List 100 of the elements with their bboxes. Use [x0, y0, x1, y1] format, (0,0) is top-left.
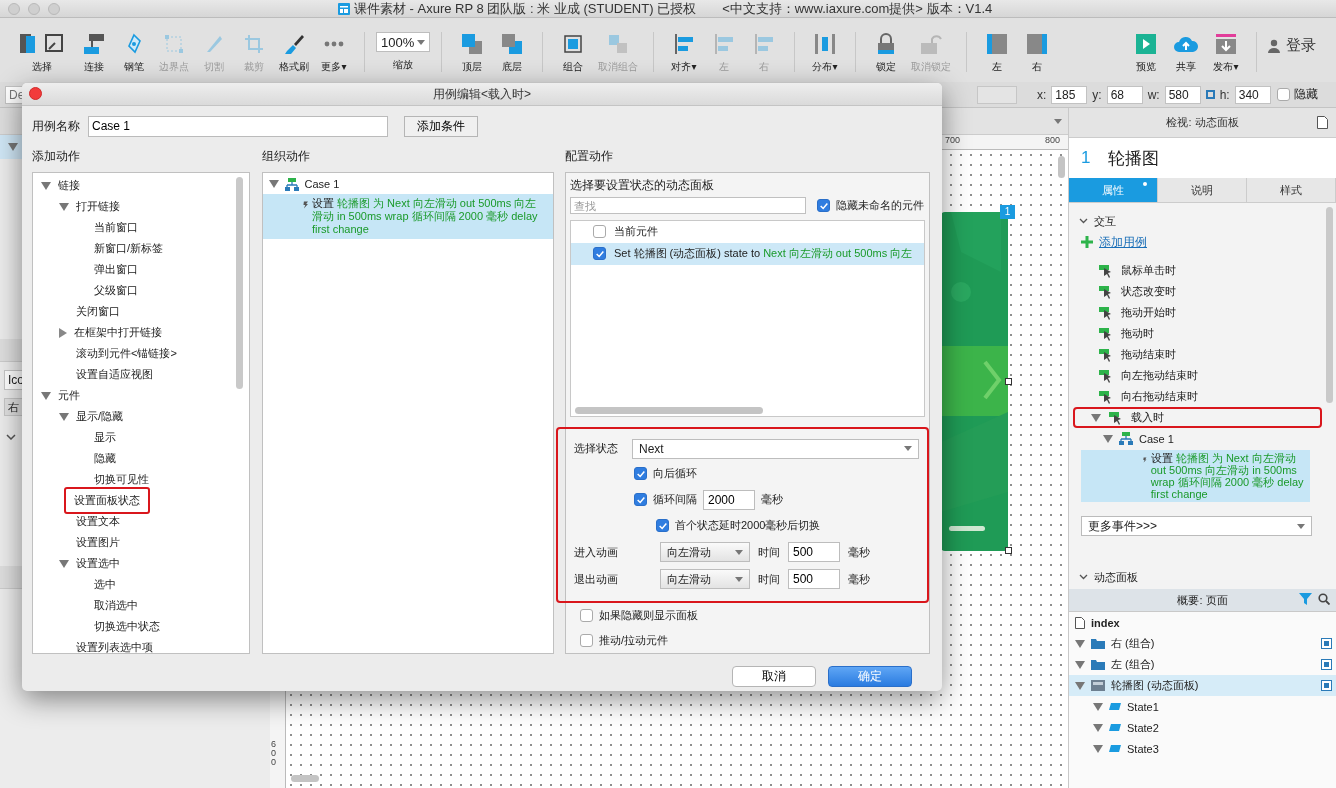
action-item[interactable]: 父级窗口 [92, 282, 140, 299]
outline-row[interactable]: State3 [1069, 738, 1336, 759]
down-triangle-icon[interactable] [268, 180, 279, 188]
action-item[interactable]: 设置面板状态 [64, 487, 150, 514]
search-icon[interactable] [1318, 593, 1330, 605]
action-item[interactable]: 显示/隐藏 [74, 408, 126, 425]
toolbar-button[interactable]: 顶层 [452, 32, 492, 74]
scrollbar[interactable] [291, 775, 319, 782]
event-row[interactable]: 拖动时 [1069, 323, 1336, 344]
down-triangle-icon[interactable] [1093, 702, 1103, 711]
time-field[interactable]: 500 [788, 542, 840, 563]
toolbar-button[interactable]: 连接 [74, 32, 114, 74]
toolbar-button[interactable]: 锁定 [866, 32, 906, 74]
action-block[interactable]: 设置 轮播图 为 Next 向左滑动 out 500ms 向左滑动 in 500ms wrap 循环间隔 2000 毫秒 delay first change [1081, 450, 1310, 502]
down-triangle-icon[interactable] [59, 202, 69, 211]
resize-handle[interactable] [1005, 547, 1012, 554]
action-item[interactable]: 设置自适应视图 [74, 366, 155, 383]
toolbar-button[interactable]: 共享 [1166, 32, 1206, 74]
down-triangle-icon[interactable] [1075, 681, 1085, 690]
action-item[interactable]: 新窗口/新标签 [92, 240, 166, 257]
action-item[interactable]: 设置列表选中项 [74, 639, 155, 653]
checkbox[interactable] [593, 225, 606, 239]
event-row[interactable]: 拖动结束时 [1069, 344, 1336, 365]
scrollbar[interactable] [236, 177, 243, 389]
event-row[interactable]: 拖动开始时 [1069, 302, 1336, 323]
case-name-field[interactable]: Case 1 [88, 115, 388, 137]
outline-row[interactable]: State2 [1069, 717, 1336, 738]
action-item[interactable]: 打开链接 [74, 198, 122, 215]
toolbar-button[interactable]: 左 [977, 32, 1017, 74]
scrollbar[interactable] [1326, 207, 1333, 403]
more-events-dropdown[interactable]: 更多事件>>> [1081, 516, 1312, 536]
chevron-icon[interactable] [1079, 574, 1088, 580]
chevron-icon[interactable] [6, 434, 16, 440]
zoom-dropdown[interactable]: 100% [376, 32, 430, 52]
toolbar-button[interactable]: 右 [1017, 32, 1057, 74]
input-field[interactable]: 68 [1106, 85, 1143, 104]
toolbar-button[interactable]: 选择 [10, 32, 74, 74]
action-item[interactable]: 切换可见性 [92, 471, 151, 488]
event-row[interactable]: 载入时 [1073, 407, 1322, 428]
action-item[interactable]: 在框架中打开链接 [72, 324, 164, 341]
tab[interactable]: 说明 [1158, 178, 1247, 202]
square-icon[interactable] [1321, 680, 1332, 691]
page-label[interactable]: index [1091, 616, 1120, 629]
down-triangle-icon[interactable] [1093, 723, 1103, 732]
checkbox[interactable] [634, 493, 647, 507]
down-triangle-icon[interactable] [1091, 413, 1101, 422]
input-field[interactable]: 340 [1234, 85, 1271, 104]
search-field[interactable]: 查找 [570, 197, 806, 215]
state-dropdown[interactable]: Next [632, 438, 919, 459]
checkbox[interactable] [593, 247, 606, 261]
square-icon[interactable] [1321, 638, 1332, 649]
close-button[interactable] [29, 87, 42, 100]
down-triangle-icon[interactable] [41, 391, 51, 400]
chevron-icon[interactable] [1079, 218, 1088, 224]
down-triangle-icon[interactable] [1075, 660, 1085, 669]
outline-row[interactable]: 轮播图 (动态面板) [1069, 675, 1336, 696]
outline-row[interactable]: 右 (组合) [1069, 633, 1336, 654]
square-icon[interactable] [1321, 659, 1332, 670]
dialog-button[interactable]: 取消 [732, 666, 816, 687]
tab[interactable]: 样式 [1247, 178, 1336, 202]
checkbox[interactable] [1276, 88, 1290, 101]
toolbar-button[interactable]: 组合 [553, 32, 593, 74]
toolbar-button[interactable]: 钢笔 [114, 32, 154, 74]
down-triangle-icon[interactable] [1075, 639, 1085, 648]
interval-field[interactable]: 2000 [703, 489, 755, 510]
action-item[interactable]: 当前窗口 [92, 219, 140, 236]
down-triangle-icon[interactable] [8, 143, 18, 151]
toolbar-button[interactable]: 分布▾ [805, 32, 845, 74]
toolbar-button[interactable]: 预览 [1126, 32, 1166, 74]
event-row[interactable]: 向右拖动结束时 [1069, 386, 1336, 407]
animation-dropdown[interactable]: 向左滑动 [660, 569, 750, 590]
checkbox[interactable] [580, 608, 593, 622]
action-item[interactable]: 元件 [56, 387, 82, 404]
plus-icon[interactable] [1081, 236, 1093, 248]
right-triangle-icon[interactable] [59, 327, 67, 338]
add-condition-button[interactable]: 添加条件 [404, 115, 478, 137]
down-triangle-icon[interactable] [41, 181, 51, 190]
outline-row[interactable]: State1 [1069, 696, 1336, 717]
target-row[interactable]: 当前元件 [571, 220, 924, 243]
action-item[interactable]: 设置图片 [74, 534, 122, 551]
toolbar-button[interactable]: 底层 [492, 32, 532, 74]
action-row[interactable]: 设置 轮播图 为 Next 向左滑动 out 500ms 向左滑动 in 500ms wrap 循环间隔 2000 毫秒 delay first change [262, 194, 553, 239]
checkbox[interactable] [580, 633, 593, 647]
action-item[interactable]: 弹出窗口 [92, 261, 140, 278]
checkbox[interactable] [817, 199, 830, 213]
add-case-link[interactable]: 添加用例 [1099, 233, 1147, 251]
action-item[interactable]: 显示 [92, 429, 118, 446]
target-row[interactable]: Set 轮播图 (动态面板) state to Next 向左滑动 out 500ms 向左 [571, 242, 924, 265]
case-label[interactable]: Case 1 [1139, 432, 1174, 445]
action-item[interactable]: 关闭窗口 [74, 303, 122, 320]
action-item[interactable]: 隐藏 [92, 450, 118, 467]
action-item[interactable]: 切换选中状态 [92, 618, 162, 635]
event-row[interactable]: 鼠标单击时 [1069, 260, 1336, 281]
toolbar-button[interactable]: 更多▾ [314, 32, 354, 74]
toolbar-button[interactable]: 格式刷 [274, 32, 314, 74]
action-item[interactable]: 设置文本 [74, 513, 122, 530]
action-item[interactable]: 设置选中 [74, 555, 122, 572]
case-label[interactable]: Case 1 [304, 178, 340, 190]
checkbox[interactable] [634, 467, 647, 481]
scrollbar[interactable] [1058, 156, 1065, 178]
